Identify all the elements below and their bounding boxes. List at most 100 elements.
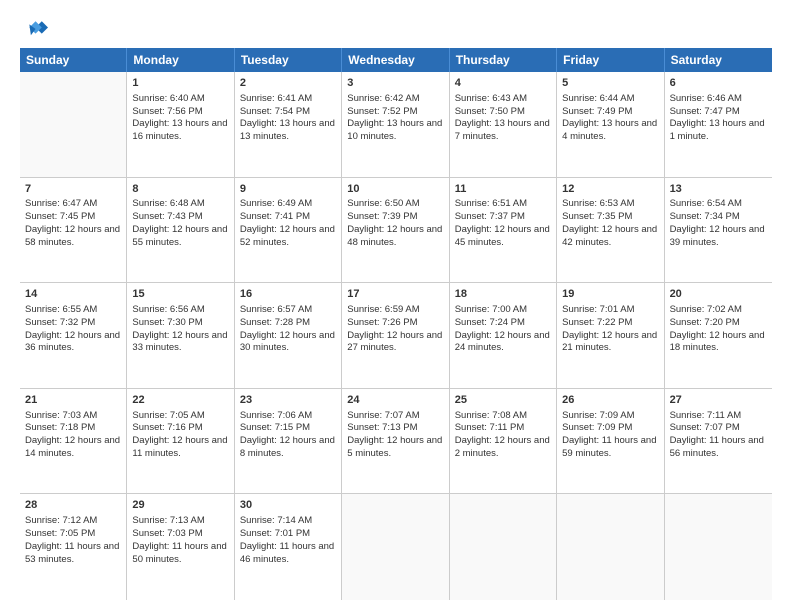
- daylight-text: Daylight: 13 hours and 16 minutes.: [132, 118, 228, 144]
- day-number: 4: [455, 76, 551, 91]
- daylight-text: Daylight: 12 hours and 58 minutes.: [25, 224, 121, 250]
- sunrise-text: Sunrise: 7:12 AM: [25, 515, 121, 528]
- week-2: 7Sunrise: 6:47 AMSunset: 7:45 PMDaylight…: [20, 178, 772, 284]
- table-row: 12Sunrise: 6:53 AMSunset: 7:35 PMDayligh…: [557, 178, 664, 283]
- daylight-text: Daylight: 13 hours and 10 minutes.: [347, 118, 443, 144]
- calendar: SundayMondayTuesdayWednesdayThursdayFrid…: [20, 48, 772, 600]
- sunrise-text: Sunrise: 6:40 AM: [132, 93, 228, 106]
- week-1: 1Sunrise: 6:40 AMSunset: 7:56 PMDaylight…: [20, 72, 772, 178]
- day-number: 12: [562, 182, 658, 197]
- daylight-text: Daylight: 12 hours and 18 minutes.: [670, 330, 767, 356]
- day-number: 14: [25, 287, 121, 302]
- sunset-text: Sunset: 7:37 PM: [455, 211, 551, 224]
- sunrise-text: Sunrise: 6:55 AM: [25, 304, 121, 317]
- sunset-text: Sunset: 7:28 PM: [240, 317, 336, 330]
- sunset-text: Sunset: 7:34 PM: [670, 211, 767, 224]
- sunset-text: Sunset: 7:54 PM: [240, 106, 336, 119]
- daylight-text: Daylight: 12 hours and 39 minutes.: [670, 224, 767, 250]
- header-day-thursday: Thursday: [450, 48, 557, 72]
- daylight-text: Daylight: 12 hours and 8 minutes.: [240, 435, 336, 461]
- sunrise-text: Sunrise: 6:42 AM: [347, 93, 443, 106]
- daylight-text: Daylight: 12 hours and 24 minutes.: [455, 330, 551, 356]
- day-number: 28: [25, 498, 121, 513]
- sunset-text: Sunset: 7:13 PM: [347, 422, 443, 435]
- header-day-friday: Friday: [557, 48, 664, 72]
- table-row: 8Sunrise: 6:48 AMSunset: 7:43 PMDaylight…: [127, 178, 234, 283]
- sunrise-text: Sunrise: 7:07 AM: [347, 410, 443, 423]
- sunset-text: Sunset: 7:18 PM: [25, 422, 121, 435]
- sunset-text: Sunset: 7:09 PM: [562, 422, 658, 435]
- sunrise-text: Sunrise: 7:08 AM: [455, 410, 551, 423]
- sunrise-text: Sunrise: 6:41 AM: [240, 93, 336, 106]
- week-5: 28Sunrise: 7:12 AMSunset: 7:05 PMDayligh…: [20, 494, 772, 600]
- table-row: 27Sunrise: 7:11 AMSunset: 7:07 PMDayligh…: [665, 389, 772, 494]
- sunrise-text: Sunrise: 6:49 AM: [240, 198, 336, 211]
- table-row: 9Sunrise: 6:49 AMSunset: 7:41 PMDaylight…: [235, 178, 342, 283]
- sunset-text: Sunset: 7:16 PM: [132, 422, 228, 435]
- day-number: 2: [240, 76, 336, 91]
- daylight-text: Daylight: 13 hours and 7 minutes.: [455, 118, 551, 144]
- logo: [20, 18, 52, 40]
- day-number: 30: [240, 498, 336, 513]
- sunset-text: Sunset: 7:01 PM: [240, 528, 336, 541]
- week-4: 21Sunrise: 7:03 AMSunset: 7:18 PMDayligh…: [20, 389, 772, 495]
- day-number: 13: [670, 182, 767, 197]
- sunset-text: Sunset: 7:39 PM: [347, 211, 443, 224]
- sunset-text: Sunset: 7:43 PM: [132, 211, 228, 224]
- sunset-text: Sunset: 7:32 PM: [25, 317, 121, 330]
- daylight-text: Daylight: 12 hours and 5 minutes.: [347, 435, 443, 461]
- sunset-text: Sunset: 7:35 PM: [562, 211, 658, 224]
- day-number: 7: [25, 182, 121, 197]
- day-number: 17: [347, 287, 443, 302]
- day-number: 18: [455, 287, 551, 302]
- daylight-text: Daylight: 12 hours and 48 minutes.: [347, 224, 443, 250]
- sunset-text: Sunset: 7:49 PM: [562, 106, 658, 119]
- table-row: 1Sunrise: 6:40 AMSunset: 7:56 PMDaylight…: [127, 72, 234, 177]
- sunrise-text: Sunrise: 6:56 AM: [132, 304, 228, 317]
- daylight-text: Daylight: 12 hours and 33 minutes.: [132, 330, 228, 356]
- table-row: 22Sunrise: 7:05 AMSunset: 7:16 PMDayligh…: [127, 389, 234, 494]
- sunrise-text: Sunrise: 6:57 AM: [240, 304, 336, 317]
- day-number: 22: [132, 393, 228, 408]
- table-row: 29Sunrise: 7:13 AMSunset: 7:03 PMDayligh…: [127, 494, 234, 600]
- sunset-text: Sunset: 7:24 PM: [455, 317, 551, 330]
- header-day-monday: Monday: [127, 48, 234, 72]
- daylight-text: Daylight: 12 hours and 52 minutes.: [240, 224, 336, 250]
- header-day-tuesday: Tuesday: [235, 48, 342, 72]
- daylight-text: Daylight: 13 hours and 4 minutes.: [562, 118, 658, 144]
- sunset-text: Sunset: 7:15 PM: [240, 422, 336, 435]
- sunset-text: Sunset: 7:26 PM: [347, 317, 443, 330]
- day-number: 23: [240, 393, 336, 408]
- sunrise-text: Sunrise: 7:01 AM: [562, 304, 658, 317]
- table-row: 25Sunrise: 7:08 AMSunset: 7:11 PMDayligh…: [450, 389, 557, 494]
- sunset-text: Sunset: 7:47 PM: [670, 106, 767, 119]
- daylight-text: Daylight: 11 hours and 46 minutes.: [240, 541, 336, 567]
- sunrise-text: Sunrise: 7:11 AM: [670, 410, 767, 423]
- table-row: [665, 494, 772, 600]
- table-row: 24Sunrise: 7:07 AMSunset: 7:13 PMDayligh…: [342, 389, 449, 494]
- calendar-header: SundayMondayTuesdayWednesdayThursdayFrid…: [20, 48, 772, 72]
- sunset-text: Sunset: 7:56 PM: [132, 106, 228, 119]
- table-row: 16Sunrise: 6:57 AMSunset: 7:28 PMDayligh…: [235, 283, 342, 388]
- day-number: 9: [240, 182, 336, 197]
- page: SundayMondayTuesdayWednesdayThursdayFrid…: [0, 0, 792, 612]
- sunset-text: Sunset: 7:52 PM: [347, 106, 443, 119]
- header-day-saturday: Saturday: [665, 48, 772, 72]
- day-number: 26: [562, 393, 658, 408]
- sunset-text: Sunset: 7:41 PM: [240, 211, 336, 224]
- table-row: 26Sunrise: 7:09 AMSunset: 7:09 PMDayligh…: [557, 389, 664, 494]
- daylight-text: Daylight: 12 hours and 36 minutes.: [25, 330, 121, 356]
- sunrise-text: Sunrise: 6:53 AM: [562, 198, 658, 211]
- table-row: 28Sunrise: 7:12 AMSunset: 7:05 PMDayligh…: [20, 494, 127, 600]
- day-number: 6: [670, 76, 767, 91]
- day-number: 29: [132, 498, 228, 513]
- table-row: 11Sunrise: 6:51 AMSunset: 7:37 PMDayligh…: [450, 178, 557, 283]
- sunset-text: Sunset: 7:03 PM: [132, 528, 228, 541]
- table-row: 15Sunrise: 6:56 AMSunset: 7:30 PMDayligh…: [127, 283, 234, 388]
- daylight-text: Daylight: 11 hours and 50 minutes.: [132, 541, 228, 567]
- week-3: 14Sunrise: 6:55 AMSunset: 7:32 PMDayligh…: [20, 283, 772, 389]
- sunrise-text: Sunrise: 6:59 AM: [347, 304, 443, 317]
- daylight-text: Daylight: 12 hours and 27 minutes.: [347, 330, 443, 356]
- table-row: 23Sunrise: 7:06 AMSunset: 7:15 PMDayligh…: [235, 389, 342, 494]
- daylight-text: Daylight: 11 hours and 56 minutes.: [670, 435, 767, 461]
